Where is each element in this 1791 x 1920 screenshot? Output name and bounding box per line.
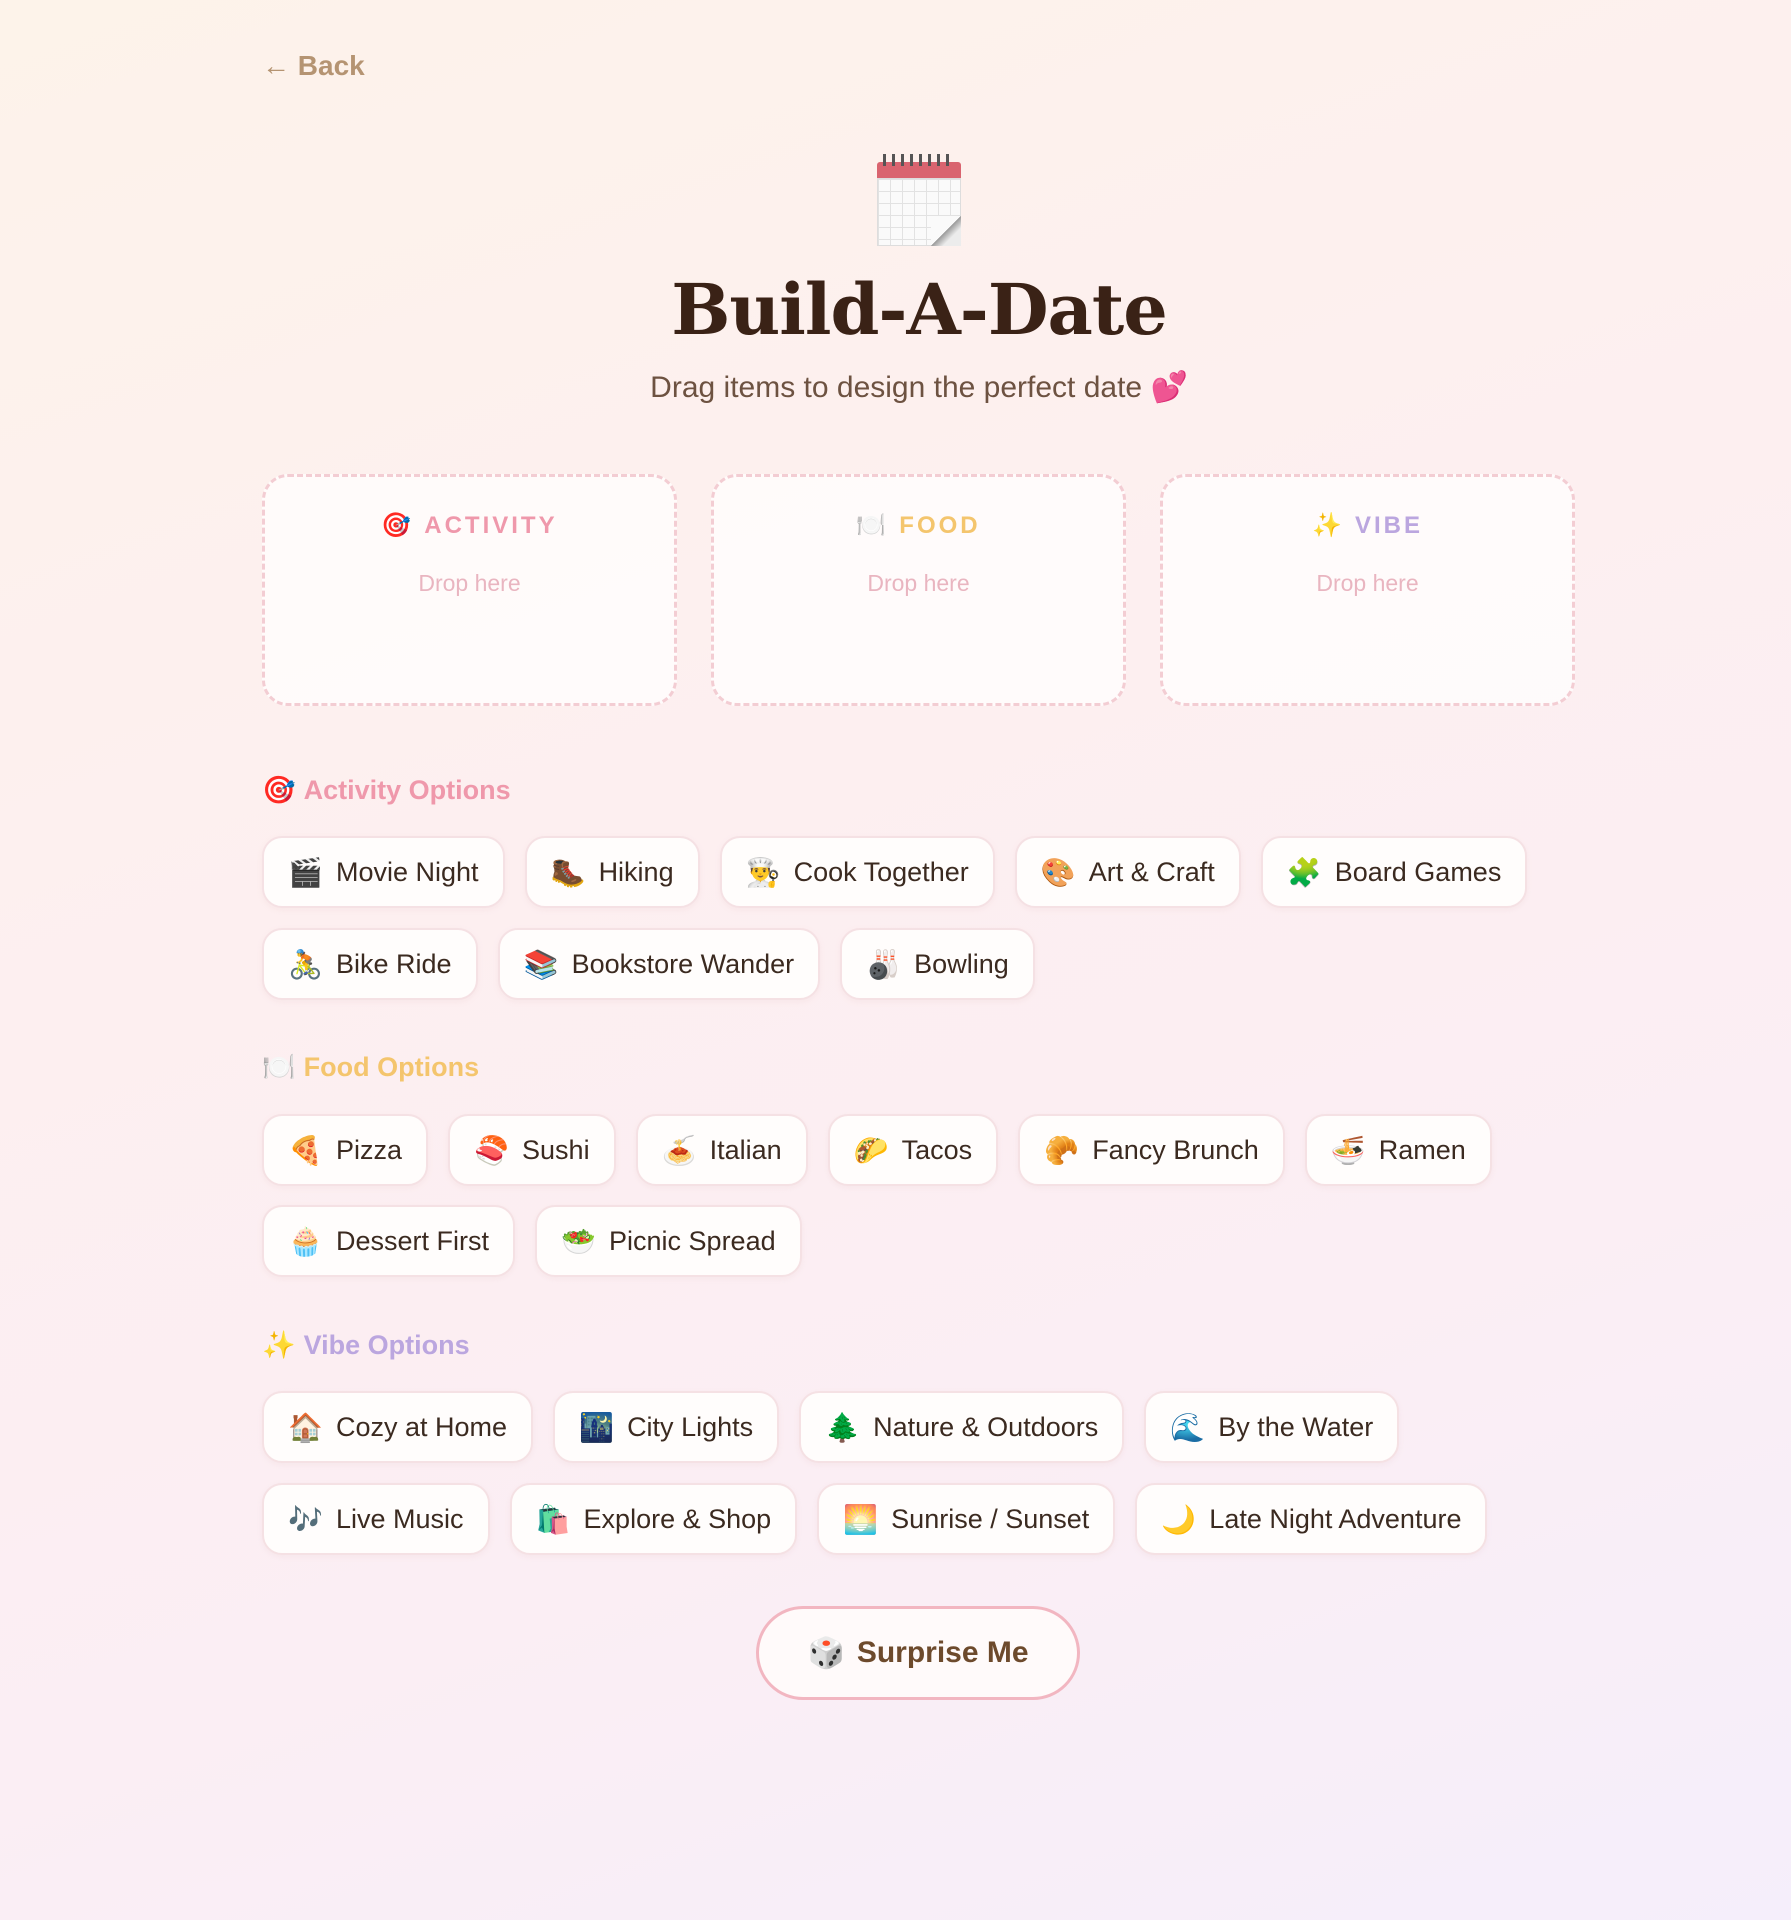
plate-icon: 🍽️ bbox=[856, 512, 890, 539]
chef-icon: 👨‍🍳 bbox=[745, 856, 781, 888]
back-link[interactable]: ← Back bbox=[262, 50, 365, 82]
chip-explore-shop[interactable]: 🛍️ Explore & Shop bbox=[509, 1483, 798, 1555]
spaghetti-icon: 🍝 bbox=[661, 1134, 697, 1166]
chip-cozy-at-home[interactable]: 🏠 Cozy at Home bbox=[262, 1391, 534, 1463]
target-icon: 🎯 bbox=[381, 512, 415, 539]
activity-options-row-2: 🚴 Bike Ride 📚 Bookstore Wander 🎳 Bowling bbox=[262, 928, 1035, 1000]
sushi-icon: 🍣 bbox=[474, 1134, 509, 1166]
drop-zone-placeholder: Drop here bbox=[1316, 570, 1419, 596]
page-title: Build-A-Date bbox=[671, 268, 1168, 351]
calendar-icon bbox=[877, 150, 961, 246]
surprise-me-button[interactable]: 🎲 Surprise Me bbox=[756, 1606, 1080, 1700]
chip-dessert-first[interactable]: 🧁 Dessert First bbox=[262, 1205, 516, 1277]
salad-icon: 🥗 bbox=[561, 1225, 596, 1257]
food-options-row-1: 🍕 Pizza 🍣 Sushi 🍝 Italian 🌮 Tacos 🥐 Fancy Bru… bbox=[262, 1114, 1492, 1186]
drop-zone-vibe-label: ✨ VIBE bbox=[1312, 511, 1423, 540]
palette-icon: 🎨 bbox=[1040, 856, 1076, 888]
drop-zone-activity-label: 🎯 ACTIVITY bbox=[381, 511, 558, 540]
sparkles-icon: ✨ bbox=[262, 1330, 296, 1360]
chip-by-the-water[interactable]: 🌊 By the Water bbox=[1144, 1391, 1400, 1463]
vibe-options-row-1: 🏠 Cozy at Home 🌃 City Lights 🌲 Nature & Out… bbox=[262, 1391, 1400, 1463]
drop-zone-food-label: 🍽️ FOOD bbox=[856, 511, 981, 540]
chip-cook-together[interactable]: 👨‍🍳 Cook Together bbox=[719, 836, 995, 908]
taco-icon: 🌮 bbox=[853, 1134, 889, 1166]
drop-zone-food[interactable]: 🍽️ FOOD Drop here bbox=[711, 474, 1126, 706]
activity-options-title: 🎯 Activity Options bbox=[262, 774, 511, 806]
chip-late-night-adventure[interactable]: 🌙 Late Night Adventure bbox=[1135, 1483, 1488, 1555]
chip-nature-outdoors[interactable]: 🌲 Nature & Outdoors bbox=[799, 1391, 1125, 1463]
bowling-icon: 🎳 bbox=[866, 948, 902, 980]
bicycle-icon: 🚴 bbox=[288, 948, 323, 980]
drop-zone-vibe[interactable]: ✨ VIBE Drop here bbox=[1160, 474, 1575, 706]
shopping-bags-icon: 🛍️ bbox=[535, 1503, 571, 1535]
vibe-options-title: ✨ Vibe Options bbox=[262, 1329, 470, 1361]
chip-board-games[interactable]: 🧩 Board Games bbox=[1260, 836, 1528, 908]
chip-fancy-brunch[interactable]: 🥐 Fancy Brunch bbox=[1018, 1114, 1285, 1186]
night-city-icon: 🌃 bbox=[579, 1411, 614, 1443]
clapperboard-icon: 🎬 bbox=[288, 856, 323, 888]
plate-icon: 🍽️ bbox=[262, 1052, 296, 1082]
wave-icon: 🌊 bbox=[1170, 1411, 1206, 1443]
chip-bowling[interactable]: 🎳 Bowling bbox=[840, 928, 1035, 1000]
tree-icon: 🌲 bbox=[825, 1411, 860, 1443]
chip-sunrise-sunset[interactable]: 🌅 Sunrise / Sunset bbox=[817, 1483, 1116, 1555]
sunrise-icon: 🌅 bbox=[843, 1503, 879, 1535]
music-notes-icon: 🎶 bbox=[288, 1503, 323, 1535]
books-icon: 📚 bbox=[523, 948, 559, 980]
food-options-row-2: 🧁 Dessert First 🥗 Picnic Spread bbox=[262, 1205, 802, 1277]
vibe-options-row-2: 🎶 Live Music 🛍️ Explore & Shop 🌅 Sunrise / … bbox=[262, 1483, 1488, 1555]
chip-movie-night[interactable]: 🎬 Movie Night bbox=[262, 836, 505, 908]
dice-icon: 🎲 bbox=[807, 1636, 845, 1670]
chip-live-music[interactable]: 🎶 Live Music bbox=[262, 1483, 490, 1555]
puzzle-icon: 🧩 bbox=[1286, 856, 1322, 888]
chip-art-craft[interactable]: 🎨 Art & Craft bbox=[1014, 836, 1241, 908]
chip-picnic-spread[interactable]: 🥗 Picnic Spread bbox=[535, 1205, 802, 1277]
ramen-icon: 🍜 bbox=[1330, 1134, 1366, 1166]
chip-italian[interactable]: 🍝 Italian bbox=[635, 1114, 808, 1186]
drop-zone-placeholder: Drop here bbox=[418, 570, 521, 596]
pizza-icon: 🍕 bbox=[288, 1134, 323, 1166]
chip-ramen[interactable]: 🍜 Ramen bbox=[1304, 1114, 1492, 1186]
chip-sushi[interactable]: 🍣 Sushi bbox=[448, 1114, 616, 1186]
drop-zones: 🎯 ACTIVITY Drop here 🍽️ FOOD Drop here ✨… bbox=[262, 474, 1576, 706]
chip-tacos[interactable]: 🌮 Tacos bbox=[827, 1114, 999, 1186]
sparkles-icon: ✨ bbox=[1312, 512, 1345, 539]
chip-bookstore-wander[interactable]: 📚 Bookstore Wander bbox=[497, 928, 821, 1000]
chip-pizza[interactable]: 🍕 Pizza bbox=[262, 1114, 429, 1186]
target-icon: 🎯 bbox=[262, 775, 296, 805]
hiking-boot-icon: 🥾 bbox=[550, 856, 586, 888]
cupcake-icon: 🧁 bbox=[288, 1225, 323, 1257]
header-icon-wrap bbox=[262, 150, 1576, 246]
food-options-title: 🍽️ Food Options bbox=[262, 1051, 480, 1083]
chip-bike-ride[interactable]: 🚴 Bike Ride bbox=[262, 928, 478, 1000]
drop-zone-activity[interactable]: 🎯 ACTIVITY Drop here bbox=[262, 474, 677, 706]
croissant-icon: 🥐 bbox=[1044, 1134, 1080, 1166]
chip-hiking[interactable]: 🥾 Hiking bbox=[524, 836, 700, 908]
drop-zone-placeholder: Drop here bbox=[867, 570, 970, 596]
house-icon: 🏠 bbox=[288, 1411, 323, 1443]
crescent-moon-icon: 🌙 bbox=[1161, 1503, 1197, 1535]
activity-options-row-1: 🎬 Movie Night 🥾 Hiking 👨‍🍳 Cook Together 🎨 A… bbox=[262, 836, 1528, 908]
page-subtitle: Drag items to design the perfect date 💕 bbox=[650, 371, 1188, 404]
back-label: ← Back bbox=[262, 50, 365, 81]
chip-city-lights[interactable]: 🌃 City Lights bbox=[553, 1391, 780, 1463]
surprise-me-label: Surprise Me bbox=[856, 1636, 1029, 1669]
